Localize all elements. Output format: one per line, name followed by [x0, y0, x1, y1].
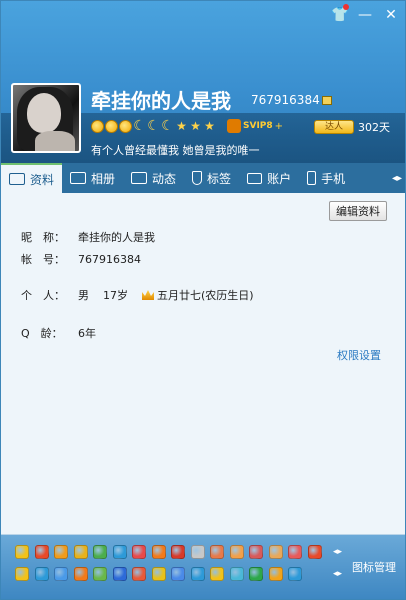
tab-album[interactable]: 相册 — [62, 163, 123, 193]
name-card-icon[interactable] — [322, 96, 332, 105]
app-icon[interactable] — [288, 567, 302, 581]
app-icon[interactable] — [288, 545, 302, 559]
star-level-icon: ★ — [190, 118, 201, 133]
edit-profile-button[interactable]: 编辑资料 — [329, 201, 387, 221]
app-icon[interactable] — [268, 545, 283, 559]
moon-level-icon: ☾ — [161, 117, 174, 134]
tab-bar: 资料 相册 动态 标签 账户 手机 ◂▸ — [1, 163, 405, 193]
tab-account[interactable]: 账户 — [239, 163, 299, 193]
app-icon[interactable] — [54, 545, 68, 559]
signature: 有个人曾经最懂我 她曾是我的唯一 — [91, 144, 260, 157]
profile-window: 👕 — ✕ 牵挂你的人是我 767916384 ☾ ☾ ☾ ★ ★ ★ SVIP… — [0, 0, 406, 600]
app-icon[interactable] — [190, 567, 205, 581]
moon-level-icon: ☾ — [133, 117, 146, 134]
active-days: 302天 — [358, 121, 390, 134]
talent-badge: 达人 — [314, 120, 354, 134]
sun-level-icon — [119, 119, 132, 133]
gender: 男 — [78, 289, 89, 302]
app-icon[interactable] — [93, 545, 107, 559]
id-card-icon — [9, 173, 25, 185]
skin-icon[interactable]: 👕 — [331, 4, 349, 23]
photo-album-icon — [70, 172, 87, 184]
star-level-icon: ★ — [176, 118, 187, 133]
nickname-row: 昵 称： 牵挂你的人是我 — [21, 231, 155, 244]
app-icon[interactable] — [132, 567, 146, 581]
scroll-arrows-icon[interactable]: ◂▸ — [333, 547, 342, 557]
avatar[interactable] — [11, 83, 81, 153]
account-row: 帐 号： 767916384 — [21, 252, 141, 267]
scroll-arrows-icon[interactable]: ◂▸ — [333, 569, 342, 579]
profile-content: 编辑资料 昵 称： 牵挂你的人是我 帐 号： 767916384 个 人： 男 … — [1, 193, 405, 533]
app-icon-bar: ◂▸ ◂▸ 图标管理 — [1, 534, 405, 599]
window-controls: 👕 — ✕ — [331, 4, 399, 23]
crown-icon — [142, 290, 154, 300]
svip-badge[interactable]: SVIP8 + — [227, 119, 283, 133]
talent-area[interactable]: 达人 302天 — [314, 119, 390, 135]
tab-feed[interactable]: 动态 — [123, 163, 184, 193]
moon-level-icon: ☾ — [147, 117, 160, 134]
app-icon[interactable] — [112, 545, 127, 559]
app-icon[interactable] — [229, 545, 244, 559]
wallet-icon — [247, 172, 263, 184]
app-icon[interactable] — [229, 567, 244, 581]
close-icon[interactable]: ✕ — [383, 7, 399, 23]
app-icon[interactable] — [73, 567, 88, 581]
level-icons[interactable]: ☾ ☾ ☾ ★ ★ ★ SVIP8 + — [91, 119, 283, 133]
permission-settings-link[interactable]: 权限设置 — [337, 347, 381, 363]
profile-nickname: 牵挂你的人是我 — [91, 89, 231, 113]
app-icon[interactable] — [34, 567, 49, 581]
tab-profile[interactable]: 资料 — [1, 163, 63, 193]
app-icon[interactable] — [190, 545, 205, 559]
personal-row: 个 人： 男 17岁 五月廿七(农历生日) — [21, 289, 254, 302]
sun-level-icon — [91, 119, 104, 133]
app-icon-grid — [15, 545, 327, 581]
star-level-icon: ★ — [204, 118, 215, 133]
tag-icon — [192, 171, 203, 185]
app-icon[interactable] — [93, 567, 107, 581]
app-icon[interactable] — [307, 545, 322, 559]
svip-crown-icon — [227, 119, 241, 133]
app-icon[interactable] — [34, 545, 49, 559]
app-icon[interactable] — [15, 567, 29, 581]
birthday: 五月廿七(农历生日) — [157, 289, 254, 302]
tab-phone[interactable]: 手机 — [299, 163, 353, 193]
app-icon[interactable] — [132, 545, 146, 559]
app-icon[interactable] — [151, 567, 166, 581]
app-icon[interactable] — [171, 545, 185, 559]
profile-header: 👕 — ✕ 牵挂你的人是我 767916384 ☾ ☾ ☾ ★ ★ ★ SVIP… — [1, 1, 405, 163]
age: 17岁 — [103, 289, 128, 302]
app-icon[interactable] — [54, 567, 68, 581]
app-icon[interactable] — [268, 567, 283, 581]
qage-row: Q 龄： 6年 — [21, 327, 96, 340]
qq-number: 767916384 — [251, 93, 320, 107]
tab-scroll-icon[interactable]: ◂▸ — [389, 163, 405, 193]
app-icon[interactable] — [151, 545, 166, 559]
app-icon[interactable] — [249, 545, 263, 559]
app-icon[interactable] — [171, 567, 185, 581]
app-icon[interactable] — [15, 545, 29, 559]
tab-tags[interactable]: 标签 — [184, 163, 239, 193]
minimize-icon[interactable]: — — [357, 7, 373, 23]
feed-icon — [131, 172, 148, 184]
app-icon[interactable] — [112, 567, 127, 581]
app-icon[interactable] — [249, 567, 263, 581]
app-icon[interactable] — [210, 545, 224, 559]
app-icon[interactable] — [210, 567, 224, 581]
app-icon[interactable] — [73, 545, 88, 559]
icon-scroll: ◂▸ ◂▸ — [333, 547, 342, 579]
phone-icon — [307, 171, 317, 185]
sun-level-icon — [105, 119, 118, 133]
icon-manage-link[interactable]: 图标管理 — [352, 559, 396, 575]
